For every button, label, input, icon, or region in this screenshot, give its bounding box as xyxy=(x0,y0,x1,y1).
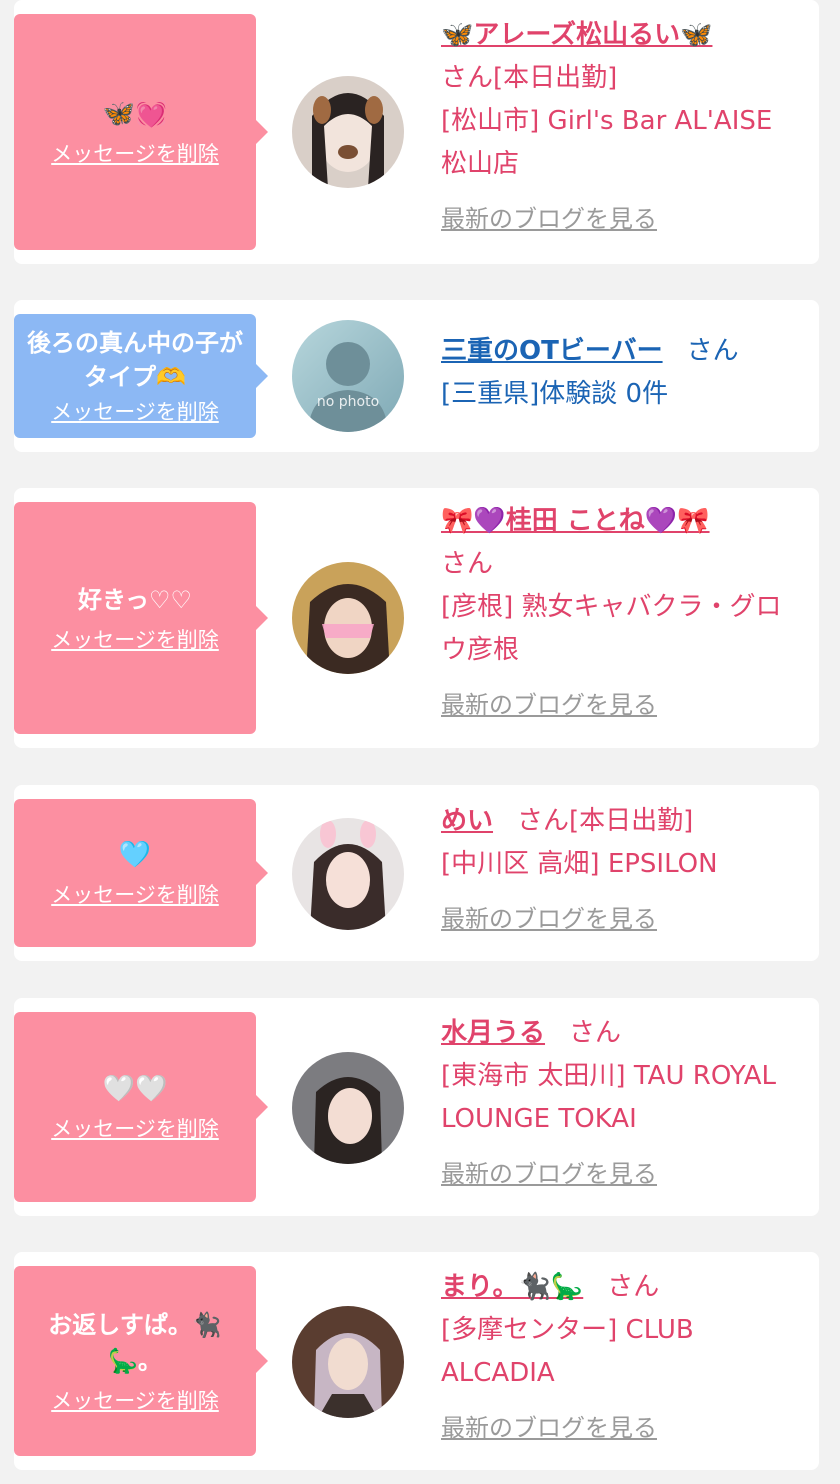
girl-info: 三重のOTビーバー さん [三重県]体験談 0件 xyxy=(441,330,797,416)
avatar[interactable] xyxy=(292,1052,404,1164)
profile-photo xyxy=(292,1052,404,1164)
shop-info: [松山市] Girl's Bar AL'AISE 松山店 xyxy=(441,106,773,179)
avatar[interactable] xyxy=(292,76,404,188)
message-text: 🦋💓 xyxy=(102,99,168,129)
san-label: さん xyxy=(517,806,570,836)
no-photo-placeholder xyxy=(292,320,404,432)
girl-info: まり。🐈‍⬛🦕 さん [多摩センター] CLUB ALCADIA 最新のブログを見… xyxy=(441,1266,797,1450)
profile-photo xyxy=(292,76,404,188)
girl-name-link[interactable]: まり。🐈‍⬛🦕 xyxy=(441,1272,583,1302)
latest-blog-link[interactable]: 最新のブログを見る xyxy=(441,684,657,727)
message-bubble: 🩵 メッセージを削除 xyxy=(14,799,268,947)
girl-info: 水月うる さん [東海市 太田川] TAU ROYAL LOUNGE TOKAI … xyxy=(441,1012,797,1196)
avatar[interactable] xyxy=(292,1306,404,1418)
profile-photo xyxy=(292,1306,404,1418)
latest-blog-link[interactable]: 最新のブログを見る xyxy=(441,1407,657,1450)
delete-message-link[interactable]: メッセージを削除 xyxy=(51,879,219,909)
profile-photo xyxy=(292,818,404,930)
message-text: お返しすぱ。🐈‍⬛🦕。 xyxy=(48,1311,222,1375)
message-bubble: お返しすぱ。🐈‍⬛🦕。 メッセージを削除 xyxy=(14,1266,268,1456)
message-list: 🦋💓 メッセージを削除 🦋アレーズ松山るい🦋 さん[本日出勤] [松山市] Gi… xyxy=(0,0,840,1484)
shop-info: [中川区 高畑] EPSILON xyxy=(441,849,718,879)
delete-message-link[interactable]: メッセージを削除 xyxy=(51,1113,219,1143)
san-label: さん xyxy=(686,336,739,366)
work-status: [本日出勤] xyxy=(493,63,618,93)
no-photo-text: no photo xyxy=(316,394,380,410)
user-name-link[interactable]: 三重のOTビーバー xyxy=(441,336,663,366)
girl-info: めい さん[本日出勤] [中川区 高畑] EPSILON 最新のブログを見る xyxy=(441,800,797,941)
work-status: [本日出勤] xyxy=(569,806,694,836)
san-label: さん xyxy=(441,63,494,93)
shop-info: [彦根] 熟女キャバクラ・グロウ彦根 xyxy=(441,592,782,665)
delete-message-link[interactable]: メッセージを削除 xyxy=(51,1385,219,1415)
review-info: [三重県]体験談 0件 xyxy=(441,379,669,409)
girl-name-link[interactable]: めい xyxy=(441,806,493,836)
latest-blog-link[interactable]: 最新のブログを見る xyxy=(441,1153,657,1196)
girl-info: 🦋アレーズ松山るい🦋 さん[本日出勤] [松山市] Girl's Bar AL'… xyxy=(441,14,797,241)
message-bubble: 後ろの真ん中の子がタイプ🫶 メッセージを削除 xyxy=(14,314,268,438)
girl-name-link[interactable]: 🎀💜桂田 ことね💜🎀 xyxy=(441,506,710,536)
girl-info: 🎀💜桂田 ことね💜🎀 さん [彦根] 熟女キャバクラ・グロウ彦根 最新のブログを… xyxy=(441,500,797,727)
girl-name-link[interactable]: 水月うる xyxy=(441,1018,545,1048)
girl-name-link[interactable]: 🦋アレーズ松山るい🦋 xyxy=(441,20,712,50)
delete-message-link[interactable]: メッセージを削除 xyxy=(51,138,219,168)
san-label: さん xyxy=(607,1272,660,1302)
message-text: 🤍🤍 xyxy=(102,1074,168,1104)
san-label: さん xyxy=(569,1018,622,1048)
profile-photo xyxy=(292,562,404,674)
avatar[interactable] xyxy=(292,562,404,674)
message-text: 好きっ♡♡ xyxy=(77,586,193,614)
message-bubble: 🤍🤍 メッセージを削除 xyxy=(14,1012,268,1202)
avatar[interactable]: no photo xyxy=(292,320,404,432)
message-bubble: 好きっ♡♡ メッセージを削除 xyxy=(14,502,268,734)
latest-blog-link[interactable]: 最新のブログを見る xyxy=(441,198,657,241)
message-text: 🩵 xyxy=(118,840,152,870)
message-bubble: 🦋💓 メッセージを削除 xyxy=(14,14,268,250)
latest-blog-link[interactable]: 最新のブログを見る xyxy=(441,898,657,941)
delete-message-link[interactable]: メッセージを削除 xyxy=(51,624,219,654)
san-label: さん xyxy=(441,549,494,579)
shop-info: [多摩センター] CLUB ALCADIA xyxy=(441,1315,694,1388)
shop-info: [東海市 太田川] TAU ROYAL LOUNGE TOKAI xyxy=(441,1061,777,1134)
delete-message-link[interactable]: メッセージを削除 xyxy=(51,396,219,426)
avatar[interactable] xyxy=(292,818,404,930)
message-text: 後ろの真ん中の子がタイプ🫶 xyxy=(27,329,243,391)
